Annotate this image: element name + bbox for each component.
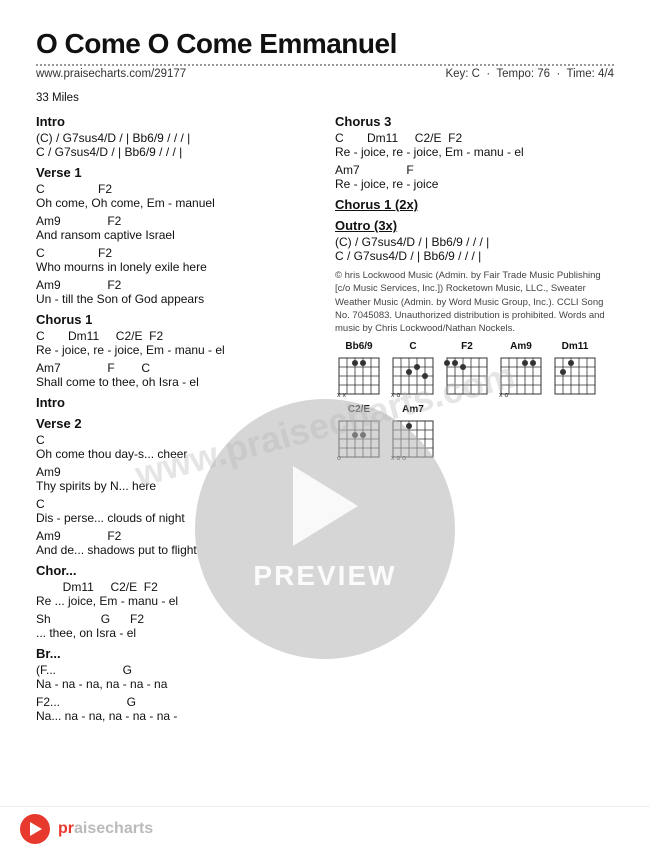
chord-f2: F2: [443, 341, 491, 398]
intro-line-2: C / G7sus4/D / | Bb6/9 / / / |: [36, 145, 315, 159]
chord-dm11: Dm11: [551, 341, 599, 398]
v1-g4: Am9 F2 Un - till the Son of God appears: [36, 278, 315, 306]
c3-g1: C Dm11 C2/E F2 Re - joice, re - joice, E…: [335, 131, 614, 159]
v2-g3: C Dis - perse... clouds of night: [36, 497, 315, 525]
c1-g1: C Dm11 C2/E F2 Re - joice, re - joice, E…: [36, 329, 315, 357]
v2-g1: C Oh come thou day-s... cheer: [36, 433, 315, 461]
br-g2: F2... G Na... na - na, na - na - na -: [36, 695, 315, 723]
intro2-label: Intro: [36, 395, 315, 410]
copyright-text: © hris Lockwood Music (Admin. by Fair Tr…: [335, 269, 614, 335]
artist: 33 Miles: [36, 92, 614, 104]
play-button[interactable]: [20, 814, 50, 844]
page: O Come O Come Emmanuel www.praisecharts.…: [0, 0, 650, 850]
chorus1-label: Chorus 1: [36, 312, 315, 327]
section-verse2: Verse 2 C Oh come thou day-s... cheer Am…: [36, 416, 315, 557]
section-chorus1: Chorus 1 C Dm11 C2/E F2 Re - joice, re -…: [36, 312, 315, 389]
v2-g4: Am9 F2 And de... shadows put to flight: [36, 529, 315, 557]
chord-c2e: C2/E o: [335, 404, 383, 461]
section-intro-label: Intro: [36, 114, 315, 129]
chord-am7: Am7 x o o: [389, 404, 437, 461]
c1-g2: Am7 F C Shall come to thee, oh Isra - el: [36, 361, 315, 389]
left-column: Intro (C) / G7sus4/D / | Bb6/9 / / / | C…: [36, 114, 315, 729]
section-verse1: Verse 1 C F2 Oh come, Oh come, Em - manu…: [36, 165, 315, 306]
verse1-label: Verse 1: [36, 165, 315, 180]
cp-g2: Sh G F2 ... thee, on Isra - el: [36, 612, 315, 640]
chord-c: C x o: [389, 341, 437, 398]
svg-text:x o: x o: [391, 392, 400, 398]
url: www.praisecharts.com/29177: [36, 68, 186, 80]
outro-line-1: (C) / G7sus4/D / | Bb6/9 / / / |: [335, 235, 614, 249]
verse2-label: Verse 2: [36, 416, 315, 431]
v1-g1: C F2 Oh come, Oh come, Em - manuel: [36, 182, 315, 210]
content-columns: Intro (C) / G7sus4/D / | Bb6/9 / / / | C…: [36, 114, 614, 729]
v1-g3: C F2 Who mourns in lonely exile here: [36, 246, 315, 274]
c3-g2: Am7 F Re - joice, re - joice: [335, 163, 614, 191]
section-chorus-partial: Chor... Dm11 C2/E F2 Re ... joice, Em - …: [36, 563, 315, 640]
section-chorus3: Chorus 3 C Dm11 C2/E F2 Re - joice, re -…: [335, 114, 614, 191]
chorus-partial-label: Chor...: [36, 563, 315, 578]
svg-text:x o o: x o o: [391, 455, 406, 461]
chord-am9: Am9 x o: [497, 341, 545, 398]
page-title: O Come O Come Emmanuel: [36, 28, 614, 60]
v2-g2: Am9 Thy spirits by N... here: [36, 465, 315, 493]
section-intro: Intro (C) / G7sus4/D / | Bb6/9 / / / | C…: [36, 114, 315, 159]
section-outro: Outro (3x) (C) / G7sus4/D / | Bb6/9 / / …: [335, 218, 614, 263]
section-intro2: Intro: [36, 395, 315, 410]
bottom-bar: praisecharts: [0, 806, 650, 850]
chorus1-repeat-label: Chorus 1 (2x): [335, 197, 614, 212]
bottom-logo: praisecharts: [58, 820, 153, 838]
section-bridge: Br... (F... G Na - na - na, na - na - na…: [36, 646, 315, 723]
v1-g2: Am9 F2 And ransom captive Israel: [36, 214, 315, 242]
svg-text:x o: x o: [499, 392, 508, 398]
svg-text:o: o: [337, 455, 341, 461]
outro-line-2: C / G7sus4/D / | Bb6/9 / / / |: [335, 249, 614, 263]
intro-line-1: (C) / G7sus4/D / | Bb6/9 / / / |: [36, 131, 315, 145]
play-triangle-icon: [30, 822, 42, 836]
divider: [36, 64, 614, 66]
key-tempo-time: Key: C · Tempo: 76 · Time: 4/4: [445, 68, 614, 80]
cp-g1: Dm11 C2/E F2 Re ... joice, Em - manu - e…: [36, 580, 315, 608]
right-column: Chorus 3 C Dm11 C2/E F2 Re - joice, re -…: [335, 114, 614, 729]
section-chorus1-repeat: Chorus 1 (2x): [335, 197, 614, 212]
chorus3-label: Chorus 3: [335, 114, 614, 129]
bridge-label: Br...: [36, 646, 315, 661]
chord-bb69: Bb6/9 x x: [335, 341, 383, 398]
outro-label: Outro (3x): [335, 218, 614, 233]
br-g1: (F... G Na - na - na, na - na - na: [36, 663, 315, 691]
chord-diagrams: Bb6/9 x x: [335, 341, 614, 461]
meta-row: www.praisecharts.com/29177 Key: C · Temp…: [36, 68, 614, 80]
svg-text:x x: x x: [337, 392, 346, 398]
